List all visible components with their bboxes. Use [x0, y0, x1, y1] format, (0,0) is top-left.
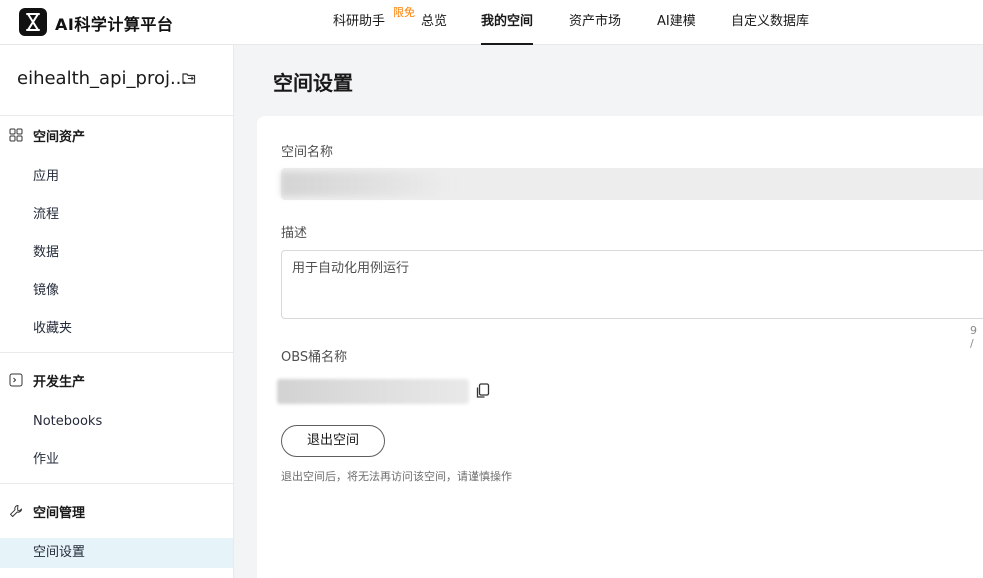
wrench-icon: [10, 505, 22, 517]
sidebar-item-jobs[interactable]: 作业: [0, 445, 233, 475]
copy-icon[interactable]: [476, 383, 490, 403]
sidebar-item-notebooks[interactable]: Notebooks: [0, 407, 233, 437]
top-navigation-bar: AI科学计算平台 科研助手 限免 总览 我的空间 资产市场 AI建模 自定义数据…: [0, 0, 983, 45]
nav-asset-market[interactable]: 资产市场: [569, 0, 621, 45]
obs-bucket-label: OBS桶名称: [281, 350, 348, 365]
free-badge: 限免: [393, 6, 415, 19]
group-label: 空间资产: [33, 129, 86, 145]
redacted-space-name: [281, 172, 451, 196]
switch-folder-icon[interactable]: [182, 72, 196, 88]
platform-name[interactable]: AI科学计算平台: [55, 11, 173, 35]
sidebar-item-images[interactable]: 镜像: [0, 276, 233, 306]
description-textarea[interactable]: 用于自动化用例运行: [281, 250, 983, 319]
sidebar-item-favorites[interactable]: 收藏夹: [0, 314, 233, 344]
nav-my-space[interactable]: 我的空间: [481, 0, 534, 45]
redacted-obs-bucket-name: [277, 379, 469, 404]
nav-research-assistant[interactable]: 科研助手: [333, 0, 385, 45]
group-space-management[interactable]: 空间管理: [9, 501, 85, 521]
description-label: 描述: [281, 226, 308, 241]
space-name-label: 空间名称: [281, 145, 334, 160]
platform-logo-icon[interactable]: [19, 8, 47, 36]
grid-icon: [9, 128, 23, 142]
sidebar-item-workflows[interactable]: 流程: [0, 200, 233, 230]
character-counter: 9 /: [970, 324, 977, 350]
group-space-assets[interactable]: 空间资产: [9, 125, 85, 145]
exit-warning-text: 退出空间后，将无法再访问该空间，请谨慎操作: [281, 470, 512, 483]
terminal-icon: [9, 373, 23, 387]
sidebar: eihealth_api_proj... 空间资产 应用 流程 数据 镜像 收藏…: [0, 45, 234, 578]
sidebar-item-data[interactable]: 数据: [0, 238, 233, 268]
nav-ai-modeling[interactable]: AI建模: [657, 0, 696, 45]
group-development[interactable]: 开发生产: [9, 370, 85, 390]
space-name-field: [281, 168, 983, 200]
nav-custom-database[interactable]: 自定义数据库: [731, 0, 809, 45]
project-title[interactable]: eihealth_api_proj...: [17, 68, 187, 89]
nav-overview[interactable]: 总览: [421, 0, 447, 45]
sidebar-item-applications[interactable]: 应用: [0, 162, 233, 192]
page-title: 空间设置: [273, 71, 353, 95]
group-label: 空间管理: [33, 505, 86, 521]
group-label: 开发生产: [33, 374, 86, 390]
exit-space-button[interactable]: 退出空间: [281, 425, 385, 457]
sidebar-item-space-settings[interactable]: 空间设置: [0, 538, 233, 568]
